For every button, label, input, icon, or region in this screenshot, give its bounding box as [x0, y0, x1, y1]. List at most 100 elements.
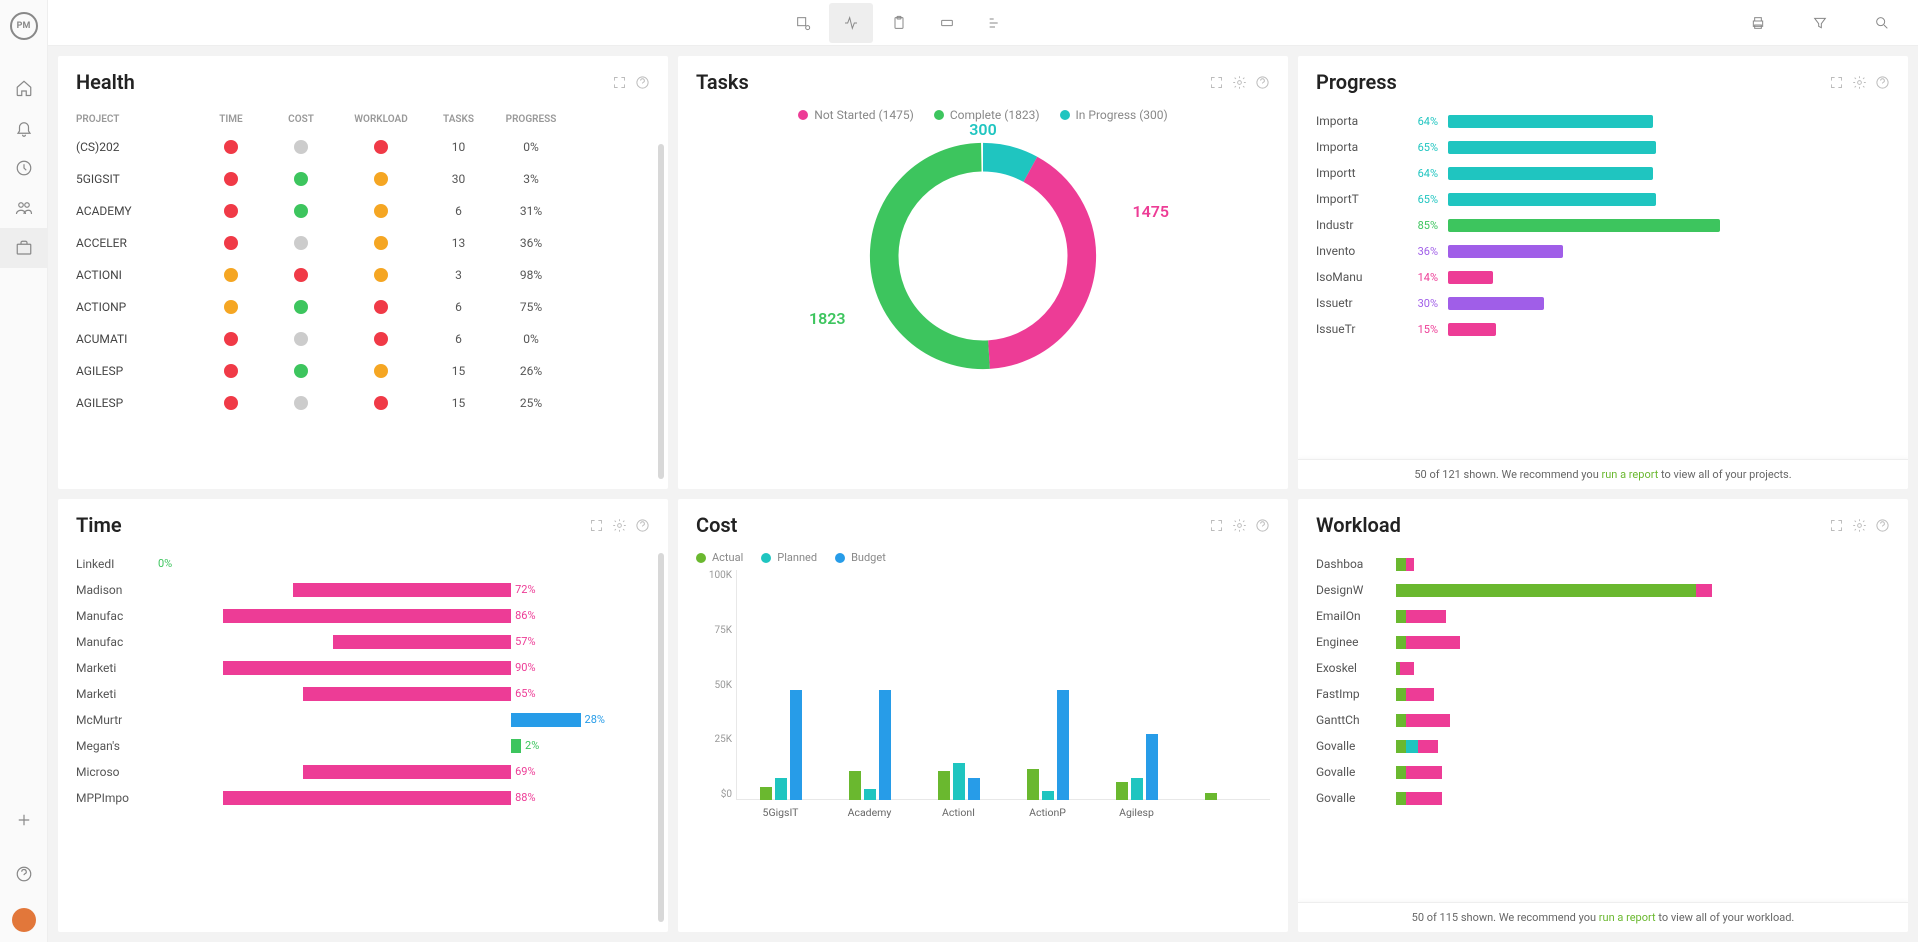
nav-team-icon[interactable]	[0, 188, 48, 228]
donut-label-inprogress: 300	[969, 120, 996, 139]
progress-row[interactable]: Industr85%	[1316, 212, 1890, 238]
donut-label-complete: 1823	[809, 309, 846, 328]
time-row[interactable]: Microso69%	[76, 759, 650, 785]
scrollbar[interactable]	[658, 144, 664, 479]
cost-group[interactable]	[752, 690, 810, 800]
table-row[interactable]: ACTIONP675%	[76, 291, 650, 323]
table-row[interactable]: 5GIGSIT303%	[76, 163, 650, 195]
tasks-card: Tasks Not Started (1475)Complete (1823)I…	[678, 56, 1288, 489]
time-row[interactable]: Marketi90%	[76, 655, 650, 681]
workload-row[interactable]: Govalle	[1316, 733, 1890, 759]
cost-group[interactable]	[841, 690, 899, 800]
health-table-header: PROJECT TIME COST WORKLOAD TASKS PROGRES…	[76, 108, 650, 131]
progress-row[interactable]: ImportT65%	[1316, 186, 1890, 212]
cost-group[interactable]	[1108, 734, 1166, 800]
workload-row[interactable]: FastImp	[1316, 681, 1890, 707]
expand-icon[interactable]	[1209, 518, 1224, 533]
app-logo[interactable]: PM	[10, 12, 38, 40]
time-row[interactable]: Manufac57%	[76, 629, 650, 655]
expand-icon[interactable]	[612, 75, 627, 90]
time-row[interactable]: Manufac86%	[76, 603, 650, 629]
view-clipboard-icon[interactable]	[877, 3, 921, 43]
time-row[interactable]: Megan's2%	[76, 733, 650, 759]
table-row[interactable]: ACADEMY631%	[76, 195, 650, 227]
help-icon[interactable]	[635, 75, 650, 90]
view-zoom-icon[interactable]	[781, 3, 825, 43]
user-avatar-icon[interactable]	[12, 908, 36, 932]
topbar	[48, 0, 1918, 46]
expand-icon[interactable]	[1829, 75, 1844, 90]
progress-row[interactable]: Issuetr30%	[1316, 290, 1890, 316]
progress-row[interactable]: Invento36%	[1316, 238, 1890, 264]
nav-help-icon[interactable]	[0, 854, 48, 894]
chart-legend: ActualPlannedBudget	[696, 551, 1270, 564]
nav-home-icon[interactable]	[0, 68, 48, 108]
filter-icon[interactable]	[1798, 3, 1842, 43]
gear-icon[interactable]	[1852, 75, 1867, 90]
workload-row[interactable]: EmailOn	[1316, 603, 1890, 629]
expand-icon[interactable]	[589, 518, 604, 533]
expand-icon[interactable]	[1829, 518, 1844, 533]
progress-row[interactable]: Importa64%	[1316, 108, 1890, 134]
workload-card: Workload DashboaDesignWEmailOnEngineeExo…	[1298, 499, 1908, 932]
workload-row[interactable]: DesignW	[1316, 577, 1890, 603]
nav-add-icon[interactable]	[0, 800, 48, 840]
help-icon[interactable]	[635, 518, 650, 533]
card-title: Health	[76, 70, 612, 94]
view-card-icon[interactable]	[925, 3, 969, 43]
time-row[interactable]: LinkedI0%	[76, 551, 650, 577]
table-row[interactable]: ACCELER1336%	[76, 227, 650, 259]
card-title: Tasks	[696, 70, 1209, 94]
gear-icon[interactable]	[1852, 518, 1867, 533]
workload-row[interactable]: Govalle	[1316, 785, 1890, 811]
gear-icon[interactable]	[1232, 518, 1247, 533]
help-icon[interactable]	[1255, 518, 1270, 533]
nav-notifications-icon[interactable]	[0, 108, 48, 148]
progress-footer: 50 of 121 shown. We recommend you run a …	[1298, 459, 1908, 489]
nav-recent-icon[interactable]	[0, 148, 48, 188]
expand-icon[interactable]	[1209, 75, 1224, 90]
donut-chart: 300 1475 1823	[853, 126, 1113, 386]
help-icon[interactable]	[1255, 75, 1270, 90]
workload-row[interactable]: Exoskel	[1316, 655, 1890, 681]
view-activity-icon[interactable]	[829, 3, 873, 43]
health-card: Health PROJECT TIME COST WORKLOAD TASKS …	[58, 56, 668, 489]
nav-portfolio-icon[interactable]	[0, 228, 48, 268]
table-row[interactable]: AGILESP1526%	[76, 355, 650, 387]
view-gantt-icon[interactable]	[973, 3, 1017, 43]
help-icon[interactable]	[1875, 75, 1890, 90]
scrollbar[interactable]	[658, 553, 664, 922]
progress-row[interactable]: IsoManu14%	[1316, 264, 1890, 290]
time-row[interactable]: McMurtr28%	[76, 707, 650, 733]
card-title: Workload	[1316, 513, 1829, 537]
cost-group[interactable]	[1019, 690, 1077, 800]
card-title: Time	[76, 513, 589, 537]
search-icon[interactable]	[1860, 3, 1904, 43]
time-card: Time LinkedI0%Madison72%Manufac86%Manufa…	[58, 499, 668, 932]
table-row[interactable]: ACTIONI398%	[76, 259, 650, 291]
cost-chart: 100K75K50K25K$0 5GigsITAcademyActionIAct…	[736, 570, 1270, 830]
help-icon[interactable]	[1875, 518, 1890, 533]
table-row[interactable]: ACUMATI60%	[76, 323, 650, 355]
table-row[interactable]: (CS)202100%	[76, 131, 650, 163]
workload-row[interactable]: Enginee	[1316, 629, 1890, 655]
cost-group[interactable]	[930, 763, 988, 800]
table-row[interactable]: AGILESP1525%	[76, 387, 650, 419]
progress-row[interactable]: IssueTr15%	[1316, 316, 1890, 342]
workload-row[interactable]: Govalle	[1316, 759, 1890, 785]
time-row[interactable]: MPPImpo88%	[76, 785, 650, 811]
workload-footer: 50 of 115 shown. We recommend you run a …	[1298, 902, 1908, 932]
print-icon[interactable]	[1736, 3, 1780, 43]
progress-row[interactable]: Importt64%	[1316, 160, 1890, 186]
run-report-link[interactable]: run a report	[1602, 468, 1659, 481]
gear-icon[interactable]	[1232, 75, 1247, 90]
gear-icon[interactable]	[612, 518, 627, 533]
time-row[interactable]: Madison72%	[76, 577, 650, 603]
run-report-link[interactable]: run a report	[1599, 911, 1656, 924]
time-row[interactable]: Marketi65%	[76, 681, 650, 707]
cost-group[interactable]	[1197, 793, 1255, 800]
workload-row[interactable]: Dashboa	[1316, 551, 1890, 577]
card-title: Progress	[1316, 70, 1829, 94]
workload-row[interactable]: GanttCh	[1316, 707, 1890, 733]
progress-row[interactable]: Importa65%	[1316, 134, 1890, 160]
